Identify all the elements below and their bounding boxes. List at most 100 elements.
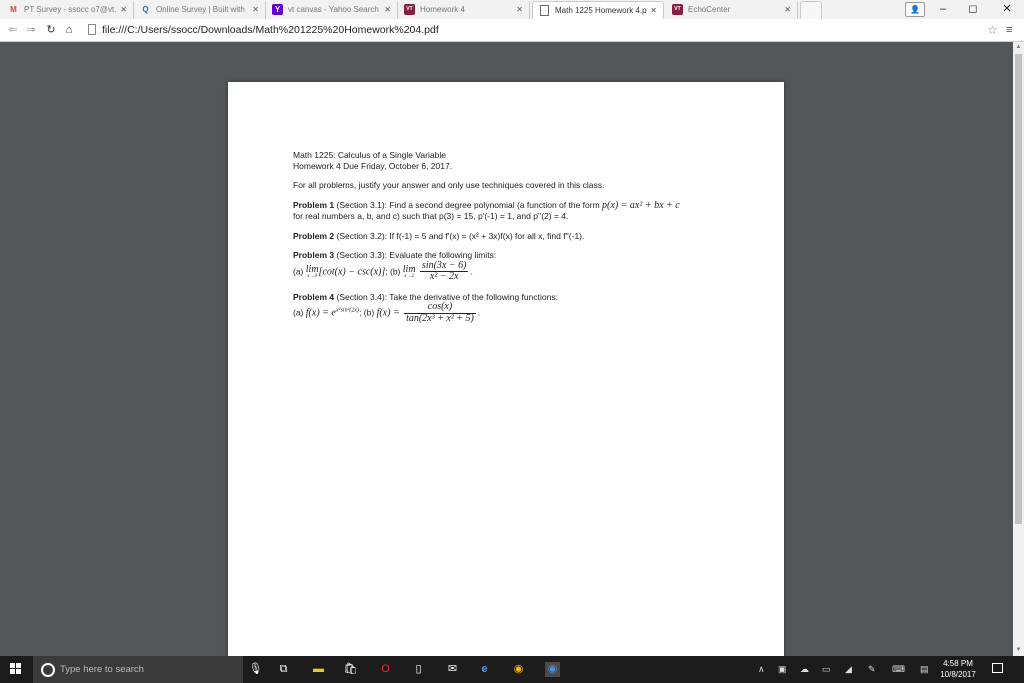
tablet-icon[interactable]: ▣ [778, 662, 787, 677]
document-title: Math 1225: Calculus of a Single Variable [293, 150, 446, 160]
numerator: cos(x) [404, 301, 476, 314]
problem-3: Problem 3 (Section 3.3): Evaluate the fo… [293, 250, 733, 261]
tab-math-homework-pdf[interactable]: Math 1225 Homework 4.p ✕ [532, 1, 664, 19]
vertical-scrollbar[interactable]: ▲ ▼ [1013, 42, 1024, 656]
tab-online-survey[interactable]: Q Online Survey | Built with ✕ [134, 1, 266, 19]
battery-icon[interactable]: ▭ [822, 662, 831, 677]
problem-1-line-2: for real numbers a, b, and c) such that … [293, 211, 569, 221]
chevron-up-icon[interactable]: ∧ [758, 662, 765, 677]
clock-date: 10/8/2017 [940, 670, 976, 679]
file-explorer-icon[interactable]: ▬ [311, 662, 326, 677]
problem-1: Problem 1 (Section 3.1): Find a second d… [293, 200, 733, 212]
problem-3-parts: (a) lim x→0 [cot(x) − csc(x)]; (b) lim x… [293, 260, 733, 283]
function-a: f(x) = e [305, 307, 336, 319]
tab-label: Online Survey | Built with [156, 5, 245, 14]
vt-icon: VT [404, 4, 415, 15]
opera-icon[interactable]: O [378, 662, 393, 677]
edge-icon[interactable]: e [477, 662, 492, 677]
cloud-icon[interactable]: ☁ [800, 662, 809, 677]
close-icon[interactable]: ✕ [120, 1, 127, 18]
part-b-label: ; (b) [385, 265, 401, 276]
taskbar: Type here to search 🎙 ⧉ ▬ 🛍 O ▯ ✉ e ◉ ◉ … [0, 656, 1024, 683]
part-b-label: ; (b) [359, 307, 375, 318]
tab-label: Math 1225 Homework 4.p [555, 6, 647, 15]
close-icon[interactable]: ✕ [516, 1, 523, 18]
document-content: Math 1225: Calculus of a Single Variable… [293, 150, 733, 324]
back-arrow-icon[interactable]: ⇐ [6, 22, 20, 38]
problem-label: Problem 2 [293, 230, 335, 241]
part-a-label: (a) [293, 265, 304, 276]
task-view-icon[interactable]: ⧉ [276, 662, 291, 677]
close-icon[interactable]: ✕ [784, 1, 791, 18]
system-clock[interactable]: 4:58 PM 10/8/2017 [938, 658, 978, 680]
home-icon[interactable]: ⌂ [62, 22, 76, 38]
document-subtitle: Homework 4 Due Friday, October 6, 2017. [293, 160, 453, 171]
tab-label: vt canvas - Yahoo Search [288, 5, 379, 14]
limit-a: lim x→0 [305, 263, 319, 279]
yahoo-icon: Y [272, 4, 283, 15]
function-b-lhs: f(x) = [376, 307, 400, 319]
document-icon [540, 5, 549, 16]
new-tab-button[interactable] [800, 1, 822, 19]
close-window-button[interactable]: ✕ [992, 0, 1022, 19]
function-b-fraction: cos(x) tan(2x³ + x² + 5) [404, 301, 476, 324]
maximize-button[interactable]: ◻ [958, 0, 988, 19]
minimize-button[interactable]: – [928, 0, 958, 19]
mail-icon[interactable]: ✉ [445, 662, 460, 677]
qualtrics-icon: Q [142, 5, 149, 14]
scroll-thumb[interactable] [1015, 54, 1022, 524]
microphone-icon[interactable]: 🎙 [248, 662, 263, 677]
scroll-up-icon[interactable]: ▲ [1013, 42, 1024, 53]
close-icon[interactable]: ✕ [252, 1, 259, 18]
tab-strip: M PT Survey - ssocc o7@vt. ✕ Q Online Su… [0, 0, 1024, 19]
close-icon[interactable]: ✕ [384, 1, 391, 18]
windows-start-icon[interactable] [10, 663, 22, 675]
pdf-page: Math 1225: Calculus of a Single Variable… [228, 82, 784, 656]
instructions: For all problems, justify your answer an… [293, 180, 605, 190]
denominator: tan(2x³ + x² + 5) [406, 312, 474, 324]
tab-label: Homework 4 [420, 5, 465, 14]
gmail-icon: M [10, 5, 17, 14]
keyboard-icon[interactable]: ⌨ [892, 662, 905, 677]
tab-yahoo-search[interactable]: Y vt canvas - Yahoo Search ✕ [266, 1, 398, 19]
address-bar[interactable]: file:///C:/Users/ssocc/Downloads/Math%20… [102, 22, 439, 38]
problem-formula: p(x) = ax² + bx + c [602, 199, 680, 211]
tab-echocenter[interactable]: VT EchoCenter ✕ [666, 1, 798, 19]
close-icon[interactable]: ✕ [650, 2, 657, 19]
wifi-icon[interactable]: ◢ [845, 662, 852, 677]
chrome-active-icon[interactable]: ◉ [545, 662, 560, 677]
period: . [470, 265, 473, 276]
menu-icon[interactable]: ≡ [1006, 22, 1012, 38]
store-icon[interactable]: 🛍 [343, 662, 358, 677]
tab-homework-4[interactable]: VT Homework 4 ✕ [398, 1, 530, 19]
problem-text: (Section 3.2): If f(-1) = 5 and f'(x) = … [336, 230, 585, 241]
document-icon[interactable]: ▯ [411, 662, 426, 677]
lim-text: lim [305, 263, 319, 275]
lim-text: lim [402, 263, 416, 275]
limit-b-fraction: sin(3x − 6) x² − 2x [419, 260, 469, 283]
lim-subscript: x→2 [404, 273, 415, 279]
problem-4-parts: (a) f(x) = ex⁴sin²(2x); (b) f(x) = cos(x… [293, 301, 733, 324]
taskbar-search-box[interactable]: Type here to search [33, 656, 243, 683]
period: . [477, 307, 481, 318]
profile-icon[interactable]: 👤 [905, 2, 925, 17]
tab-pt-survey[interactable]: M PT Survey - ssocc o7@vt. ✕ [2, 1, 134, 19]
forward-arrow-icon[interactable]: ⇒ [24, 22, 38, 38]
language-icon[interactable]: ▤ [920, 662, 929, 677]
problem-4: Problem 4 (Section 3.4): Take the deriva… [293, 292, 733, 303]
chrome-icon[interactable]: ◉ [511, 662, 526, 677]
limit-a-expression: [cot(x) − csc(x)] [318, 265, 386, 277]
pdf-viewer[interactable]: Math 1225: Calculus of a Single Variable… [0, 42, 1013, 656]
problem-text: (Section 3.3): Evaluate the following li… [336, 250, 497, 260]
clock-time: 4:58 PM [943, 659, 973, 668]
problem-label: Problem 1 [293, 199, 335, 210]
bookmark-star-icon[interactable]: ☆ [987, 22, 998, 38]
notification-icon[interactable] [992, 663, 1003, 673]
reload-icon[interactable]: ↻ [44, 22, 58, 38]
scroll-down-icon[interactable]: ▼ [1013, 645, 1024, 656]
page-icon [88, 24, 96, 35]
problem-label: Problem 4 [293, 291, 335, 302]
browser-toolbar: ⇐ ⇒ ↻ ⌂ file:///C:/Users/ssocc/Downloads… [0, 19, 1024, 42]
pen-icon[interactable]: ✎ [868, 662, 876, 677]
problem-text: (Section 3.1): Find a second degree poly… [336, 199, 600, 210]
